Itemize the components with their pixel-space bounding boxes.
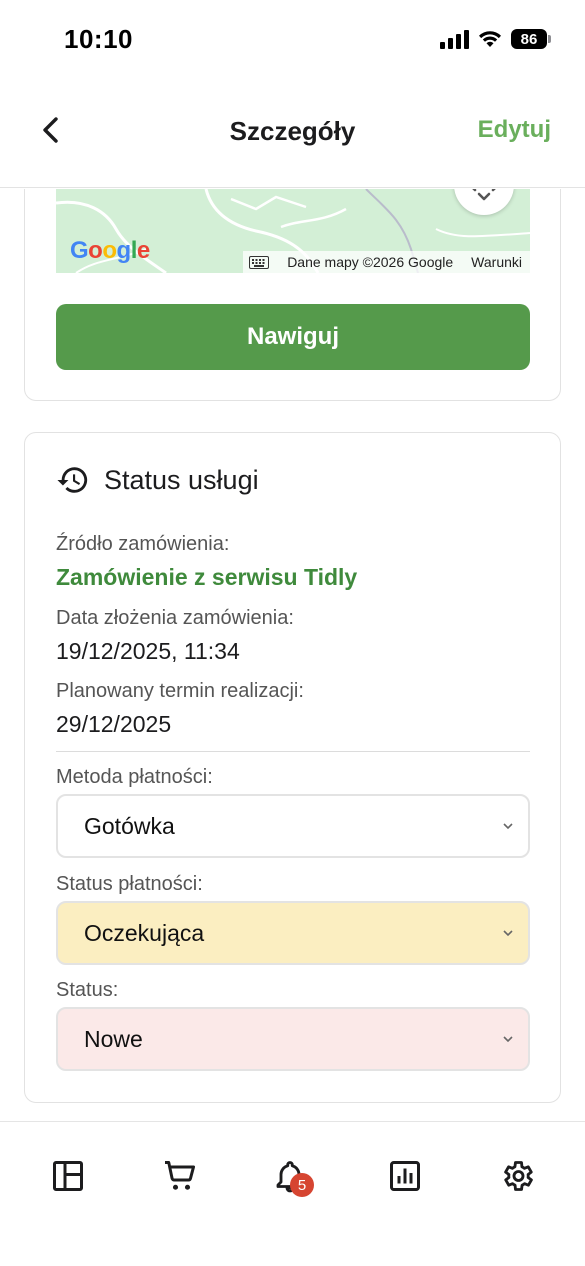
payment-method-value: Gotówka bbox=[84, 812, 175, 839]
payment-status-select[interactable]: Oczekująca bbox=[56, 901, 530, 965]
cart-icon bbox=[165, 1161, 195, 1190]
tab-bar: 5 bbox=[0, 1121, 585, 1266]
chart-icon bbox=[390, 1161, 420, 1191]
planned-date-label: Planowany termin realizacji: bbox=[56, 680, 304, 702]
status-bar: 10:10 86 bbox=[0, 0, 585, 80]
order-date-label: Data złożenia zamówienia: bbox=[56, 607, 294, 629]
status-time: 10:10 bbox=[64, 24, 133, 54]
navbar: Szczegóły Edytuj bbox=[0, 80, 585, 188]
navigate-button[interactable]: Nawiguj bbox=[56, 304, 530, 370]
service-status-header: Status usługi bbox=[56, 463, 259, 497]
tab-dashboard[interactable] bbox=[50, 1158, 86, 1194]
payment-method-label: Metoda płatności: bbox=[56, 766, 213, 788]
signal-icon bbox=[440, 29, 469, 49]
service-status-card: Status usługi Źródło zamówienia: Zamówie… bbox=[24, 432, 561, 1103]
chevron-down-icon bbox=[503, 823, 513, 830]
divider bbox=[56, 751, 530, 752]
map-attribution-text: Dane mapy ©2026 Google bbox=[287, 254, 454, 270]
wifi-icon bbox=[479, 31, 501, 47]
status-select[interactable]: Nowe bbox=[56, 1007, 530, 1071]
scroll-content[interactable]: Google Dane mapy ©2026 Google Warunki Na… bbox=[0, 189, 585, 1121]
keyboard-icon[interactable] bbox=[249, 255, 270, 269]
chevron-down-icon bbox=[503, 1036, 513, 1043]
gear-icon bbox=[504, 1161, 533, 1191]
notifications-badge: 5 bbox=[290, 1173, 314, 1197]
order-date-value: 19/12/2025, 11:34 bbox=[56, 638, 240, 664]
edit-button[interactable]: Edytuj bbox=[478, 116, 551, 144]
map-terms-link[interactable]: Warunki bbox=[471, 254, 522, 270]
map-attribution: Dane mapy ©2026 Google Warunki bbox=[243, 251, 530, 273]
battery-indicator: 86 bbox=[511, 29, 551, 49]
payment-status-value: Oczekująca bbox=[84, 919, 205, 946]
tab-orders[interactable] bbox=[162, 1158, 198, 1194]
chevron-down-icon bbox=[503, 930, 513, 937]
payment-method-select[interactable]: Gotówka bbox=[56, 794, 530, 858]
tab-settings[interactable] bbox=[499, 1158, 535, 1194]
google-logo: Google bbox=[70, 237, 150, 264]
planned-date-value: 29/12/2025 bbox=[56, 711, 172, 737]
service-status-title: Status usługi bbox=[104, 464, 259, 495]
fullscreen-icon bbox=[472, 189, 496, 201]
dashboard-icon bbox=[53, 1161, 83, 1191]
tab-reports[interactable] bbox=[387, 1158, 423, 1194]
map-card: Google Dane mapy ©2026 Google Warunki Na… bbox=[24, 189, 561, 401]
status-icons: 86 bbox=[440, 26, 551, 52]
order-source-label: Źródło zamówienia: bbox=[56, 533, 230, 555]
order-source-value: Zamówienie z serwisu Tidly bbox=[56, 564, 358, 590]
history-icon bbox=[57, 467, 88, 493]
payment-status-label: Status płatności: bbox=[56, 873, 203, 895]
status-value: Nowe bbox=[84, 1025, 143, 1052]
status-label: Status: bbox=[56, 979, 119, 1001]
